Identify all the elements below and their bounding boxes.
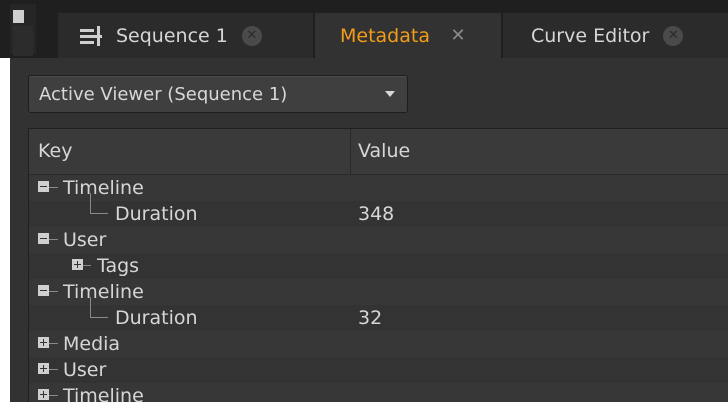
table-row[interactable]: Timeline	[29, 279, 728, 305]
metadata-table: Key Value Timeline Duration 348 User Tag…	[28, 128, 728, 407]
row-key: User	[63, 359, 107, 381]
viewer-dropdown[interactable]: Active Viewer (Sequence 1)	[28, 75, 408, 113]
close-icon[interactable]: ✕	[663, 25, 684, 46]
close-icon[interactable]: ✕	[448, 25, 468, 46]
tab-metadata-label: Metadata	[340, 24, 430, 47]
panel-grip[interactable]	[10, 4, 36, 56]
tab-strip: Sequence 1 ✕ Metadata ✕ Curve Editor ✕	[0, 0, 728, 58]
table-row[interactable]: User	[29, 357, 728, 383]
column-value[interactable]: Value	[358, 129, 410, 174]
row-key: Duration	[115, 203, 198, 225]
row-key: Tags	[97, 255, 140, 277]
column-key[interactable]: Key	[38, 129, 72, 174]
tab-sequence[interactable]: Sequence 1 ✕	[58, 13, 313, 58]
metadata-window: Sequence 1 ✕ Metadata ✕ Curve Editor ✕ A…	[0, 0, 728, 407]
viewer-dropdown-label: Active Viewer (Sequence 1)	[39, 83, 288, 105]
table-row[interactable]: Duration 32	[29, 297, 728, 331]
table-row[interactable]: Timeline	[29, 175, 728, 201]
table-row[interactable]: Tags	[29, 253, 728, 279]
expand-icon[interactable]	[38, 337, 49, 348]
row-key: Timeline	[63, 281, 144, 303]
row-key: Timeline	[63, 177, 144, 199]
tab-curve-editor[interactable]: Curve Editor ✕	[503, 13, 728, 58]
row-value: 32	[358, 307, 383, 329]
row-key: Timeline	[63, 385, 144, 407]
expand-icon[interactable]	[72, 259, 83, 270]
panel-menu-icon[interactable]	[13, 10, 24, 23]
sequence-icon	[80, 25, 106, 46]
table-row[interactable]: Duration 348	[29, 193, 728, 227]
tab-curve-editor-label: Curve Editor	[531, 24, 650, 47]
table-row[interactable]: Media	[29, 331, 728, 357]
table-row[interactable]: Timeline	[29, 383, 728, 409]
table-header: Key Value	[29, 129, 728, 175]
tab-sequence-label: Sequence 1	[116, 24, 228, 47]
row-key: Media	[63, 333, 121, 355]
collapse-icon[interactable]	[38, 285, 49, 296]
expand-icon[interactable]	[38, 389, 49, 400]
table-row[interactable]: User	[29, 227, 728, 253]
metadata-panel: Active Viewer (Sequence 1) Key Value Tim…	[10, 58, 728, 407]
chevron-down-icon	[385, 91, 395, 97]
collapse-icon[interactable]	[38, 233, 49, 244]
tab-metadata[interactable]: Metadata ✕	[315, 13, 501, 58]
close-icon[interactable]: ✕	[241, 25, 262, 46]
expand-icon[interactable]	[38, 363, 49, 374]
row-value: 348	[358, 203, 395, 225]
collapse-icon[interactable]	[38, 181, 49, 192]
row-key: Duration	[115, 307, 198, 329]
row-key: User	[63, 229, 107, 251]
